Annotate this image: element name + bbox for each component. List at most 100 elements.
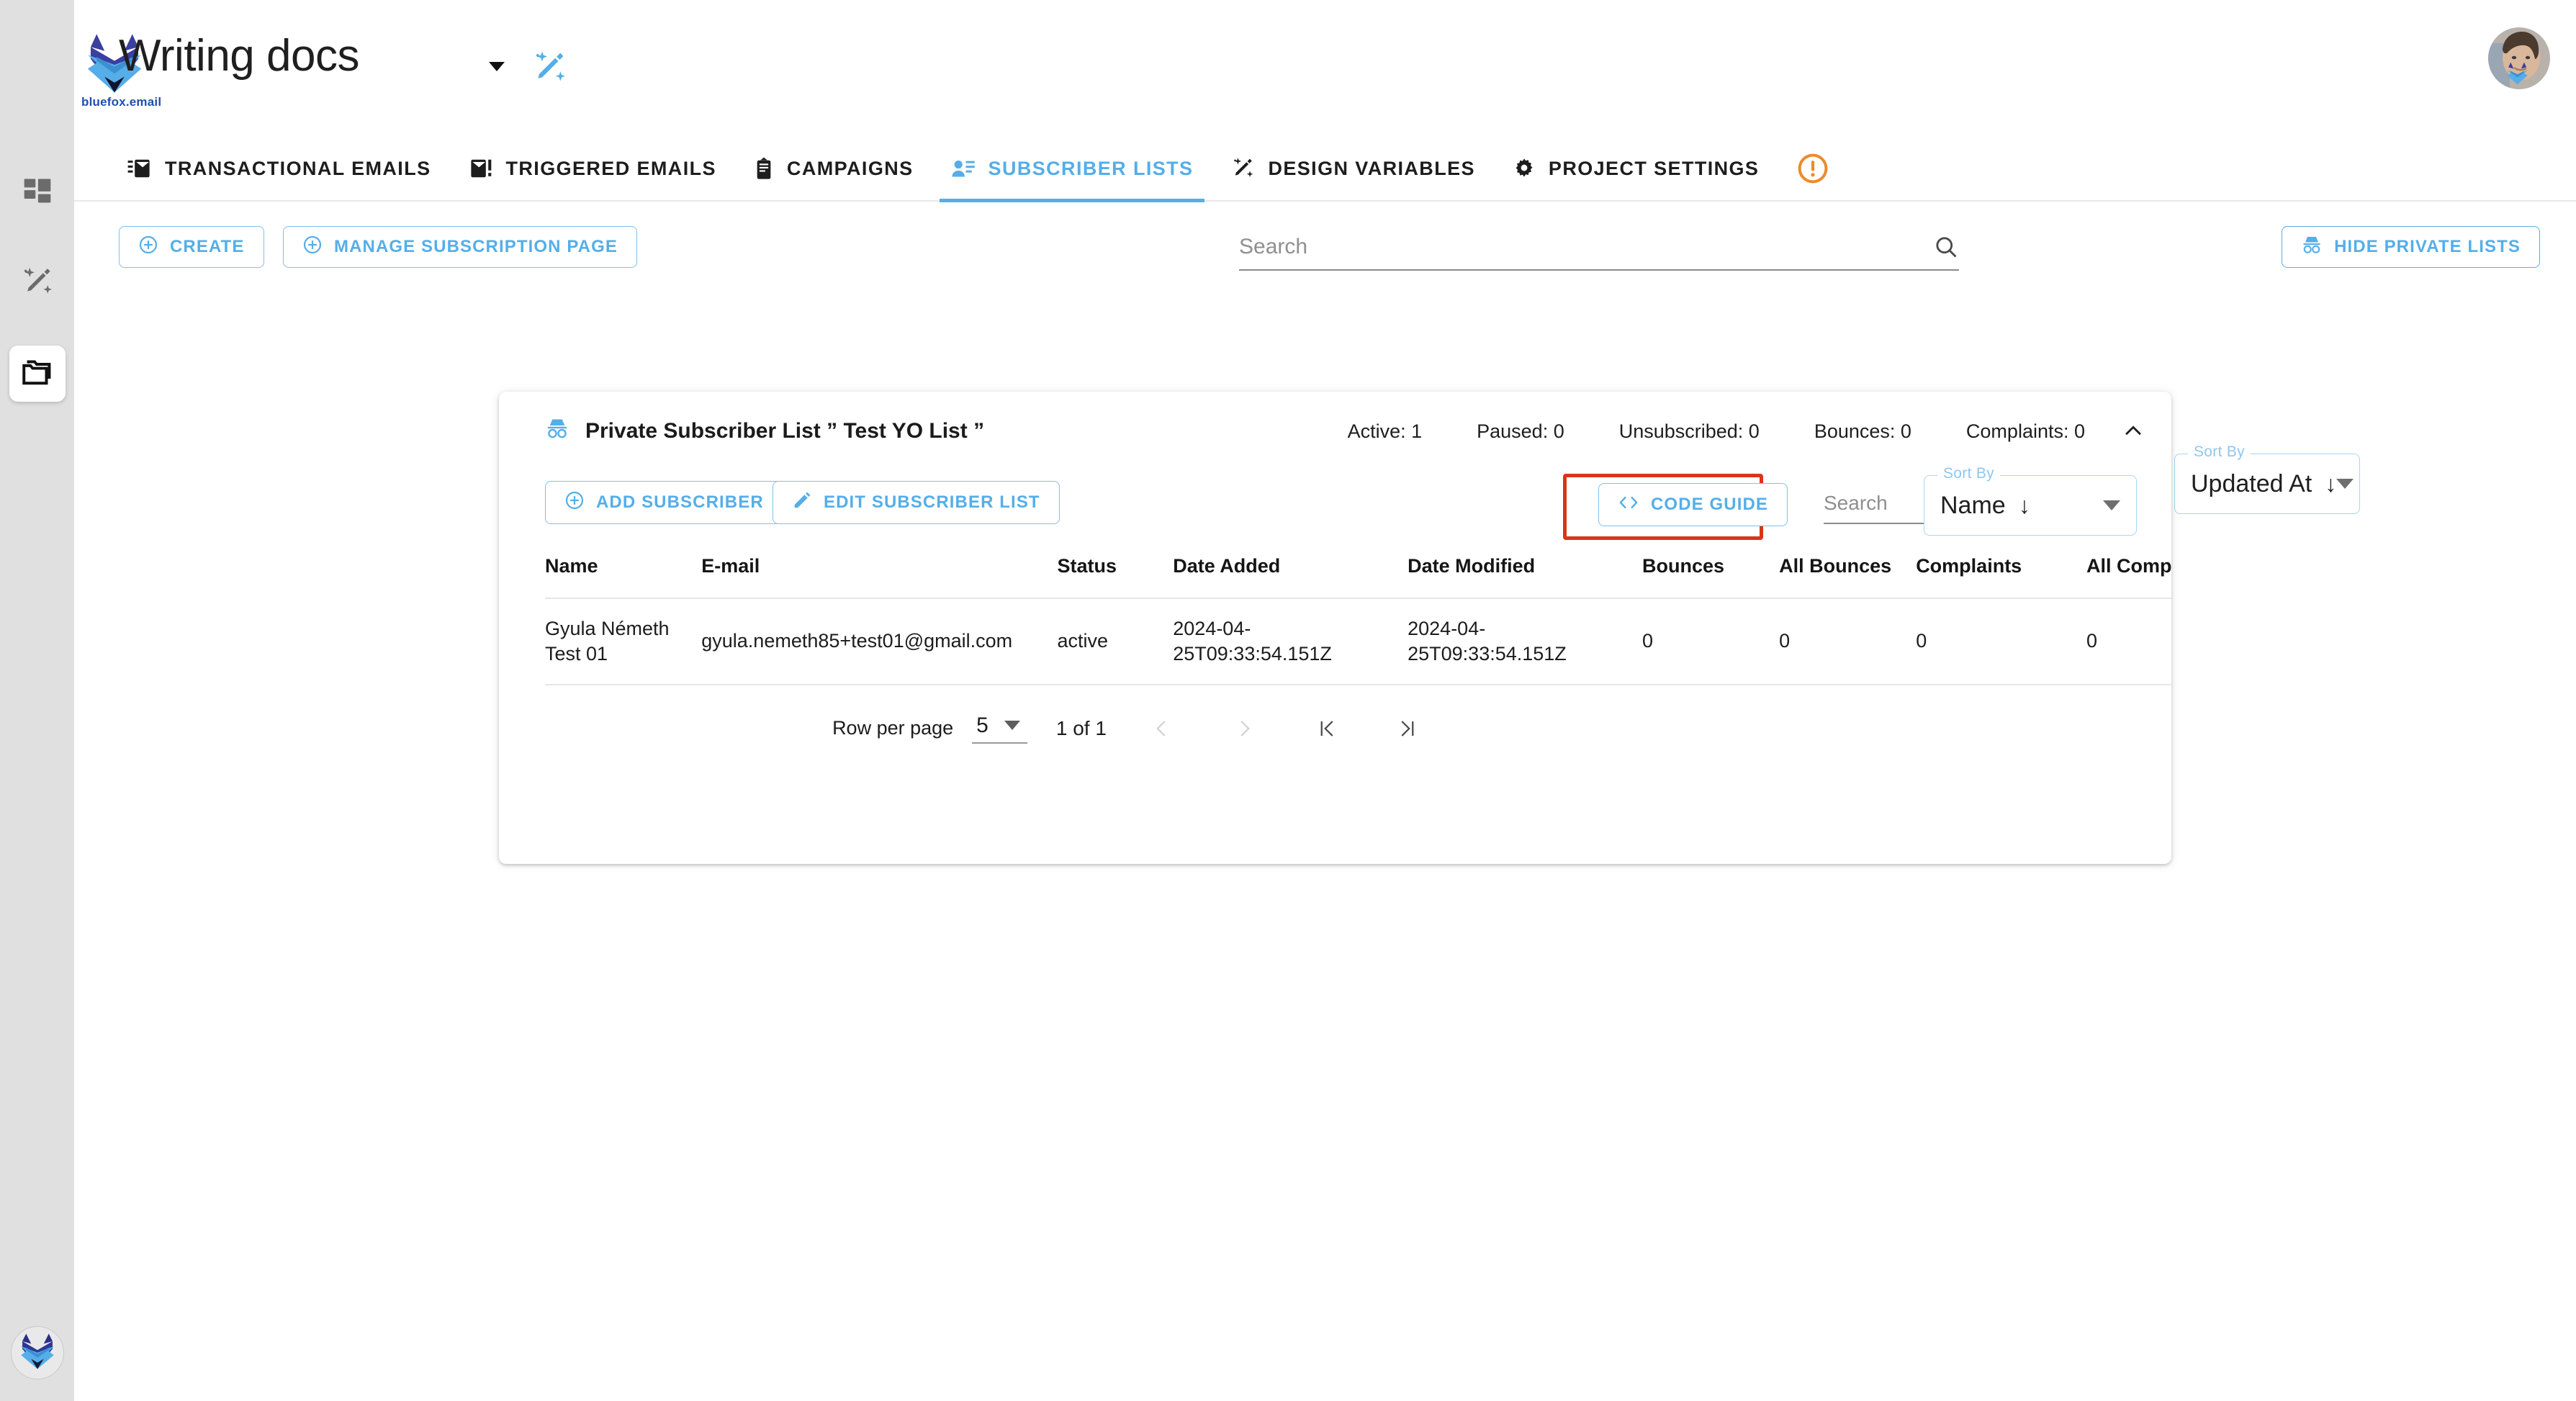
add-subscriber-button[interactable]: ADD SUBSCRIBER xyxy=(545,481,783,524)
first-page-icon[interactable] xyxy=(1300,702,1353,755)
code-guide-highlight: CODE GUIDE xyxy=(1563,474,1788,540)
card-title-text: Private Subscriber List ” Test YO List ” xyxy=(585,419,985,443)
tab-label: SUBSCRIBER LISTS xyxy=(988,157,1194,179)
stat-complaints: Complaints: 0 xyxy=(1965,420,2085,442)
create-button[interactable]: CREATE xyxy=(119,226,264,268)
brand-caption: bluefox.email xyxy=(81,95,162,109)
subscriber-list-card: Private Subscriber List ” Test YO List ”… xyxy=(499,392,2171,864)
column-header-date-added[interactable]: Date Added xyxy=(1173,549,1408,599)
chevron-up-icon[interactable] xyxy=(2121,419,2145,443)
column-header-bounces[interactable]: Bounces xyxy=(1642,549,1780,599)
page-info: 1 of 1 xyxy=(1055,716,1107,739)
magic-wand-icon[interactable] xyxy=(531,49,568,86)
tab-label: TRIGGERED EMAILS xyxy=(505,157,716,179)
rows-per-page-select[interactable]: 5 xyxy=(972,713,1027,744)
list-search[interactable] xyxy=(1239,225,1959,271)
cell-all-bounces: 0 xyxy=(1779,598,1917,685)
pagination: Row per page 5 1 of 1 xyxy=(499,685,2171,772)
code-guide-button[interactable]: CODE GUIDE xyxy=(1598,483,1788,526)
manage-subscription-page-label: MANAGE SUBSCRIPTION PAGE xyxy=(334,237,618,256)
sort-by-legend: Sort By xyxy=(1937,465,2000,482)
cell-bounces: 0 xyxy=(1642,598,1780,685)
stat-unsubscribed: Unsubscribed: 0 xyxy=(1618,420,1760,442)
last-page-icon[interactable] xyxy=(1382,702,1435,755)
table-row[interactable]: Gyula Németh Test 01 gyula.nemeth85+test… xyxy=(545,598,2171,685)
hide-private-lists-button[interactable]: HIDE PRIVATE LISTS xyxy=(2282,226,2540,268)
design-variables-icon xyxy=(1230,156,1255,181)
pencil-icon xyxy=(792,490,812,515)
tab-project-settings[interactable]: PROJECT SETTINGS xyxy=(1494,136,1778,201)
cell-complaints: 0 xyxy=(1916,598,2086,685)
cell-status: active xyxy=(1057,598,1174,685)
sort-direction-icon[interactable]: ↓ xyxy=(2019,494,2030,517)
cell-date-modified: 2024-04-25T09:33:54.151Z xyxy=(1408,598,1642,685)
search-icon[interactable] xyxy=(1933,234,1959,260)
avatar[interactable] xyxy=(2488,27,2550,89)
manage-subscription-page-button[interactable]: MANAGE SUBSCRIPTION PAGE xyxy=(283,226,637,268)
magic-wand-icon xyxy=(21,265,54,302)
rail-item-design[interactable] xyxy=(9,255,66,311)
chevron-down-icon[interactable] xyxy=(1004,721,1020,731)
tab-label: PROJECT SETTINGS xyxy=(1548,157,1760,179)
create-button-label: CREATE xyxy=(170,237,245,256)
card-actions: ADD SUBSCRIBER EDIT SUBSCRIBER LIST CODE… xyxy=(499,465,2171,549)
main-tabs: TRANSACTIONAL EMAILS TRIGGERED EMAILS CA… xyxy=(74,137,2576,202)
page-title: Writing docs xyxy=(119,31,359,81)
sort-by-value: Updated At xyxy=(2191,469,2312,497)
triggered-email-icon xyxy=(469,158,493,179)
cell-all-complaints: 0 xyxy=(2086,598,2171,685)
column-header-all-complaints[interactable]: All Complaints xyxy=(2086,549,2171,599)
plus-circle-icon xyxy=(302,235,323,260)
left-rail xyxy=(0,0,74,1401)
sort-direction-icon[interactable]: ↓ xyxy=(2325,472,2336,495)
chevron-right-icon[interactable] xyxy=(1217,702,1271,755)
column-header-complaints[interactable]: Complaints xyxy=(1916,549,2086,599)
cell-name: Gyula Németh Test 01 xyxy=(545,598,702,685)
subscriber-sort-by-select[interactable]: Sort By Name ↓ xyxy=(1924,465,2137,536)
sort-by-legend: Sort By xyxy=(2188,443,2251,461)
subscribers-table: Name E-mail Status Date Added Date Modif… xyxy=(545,549,2171,685)
rail-logo[interactable] xyxy=(10,1326,64,1379)
column-header-date-modified[interactable]: Date Modified xyxy=(1408,549,1642,599)
tab-campaigns[interactable]: CAMPAIGNS xyxy=(735,136,932,201)
tab-label: TRANSACTIONAL EMAILS xyxy=(165,157,431,179)
list-toolbar: CREATE MANAGE SUBSCRIPTION PAGE Sort By … xyxy=(74,203,2576,514)
sort-by-value: Name xyxy=(1940,491,2006,519)
rail-items xyxy=(9,164,66,402)
edit-subscriber-list-button[interactable]: EDIT SUBSCRIBER LIST xyxy=(773,481,1060,524)
stat-paused: Paused: 0 xyxy=(1477,420,1564,442)
rail-item-projects[interactable] xyxy=(9,346,66,402)
warning-exclamation-icon[interactable] xyxy=(1796,152,1829,185)
chevron-down-icon[interactable] xyxy=(2103,500,2120,510)
column-header-email[interactable]: E-mail xyxy=(701,549,1058,599)
sort-by-select[interactable]: Sort By Updated At ↓ xyxy=(2174,443,2360,514)
tab-triggered-emails[interactable]: TRIGGERED EMAILS xyxy=(450,136,735,201)
code-brackets-icon xyxy=(1618,494,1639,516)
column-header-name[interactable]: Name xyxy=(545,549,702,599)
search-input[interactable] xyxy=(1239,235,1933,259)
add-subscriber-label: ADD SUBSCRIBER xyxy=(596,492,764,512)
incognito-private-icon xyxy=(2301,235,2323,259)
campaign-icon xyxy=(754,157,774,180)
column-header-all-bounces[interactable]: All Bounces xyxy=(1779,549,1917,599)
rail-item-dashboard[interactable] xyxy=(9,164,66,220)
table-header-row: Name E-mail Status Date Added Date Modif… xyxy=(545,549,2171,599)
chevron-down-icon[interactable] xyxy=(489,62,505,71)
cell-date-added: 2024-04-25T09:33:54.151Z xyxy=(1173,598,1408,685)
plus-circle-icon xyxy=(138,235,158,260)
bluefox-logo-icon xyxy=(17,1331,58,1375)
tab-subscriber-lists[interactable]: SUBSCRIBER LISTS xyxy=(932,136,1212,202)
app-header: bluefox.email Writing docs xyxy=(74,0,2576,137)
chevron-left-icon[interactable] xyxy=(1135,702,1189,755)
folders-icon xyxy=(19,354,55,394)
rows-per-page-value: 5 xyxy=(976,713,988,737)
rows-per-page-label: Row per page xyxy=(832,717,954,739)
column-header-status[interactable]: Status xyxy=(1057,549,1174,599)
edit-subscriber-list-label: EDIT SUBSCRIBER LIST xyxy=(824,492,1040,512)
tab-label: CAMPAIGNS xyxy=(786,157,914,179)
tab-design-variables[interactable]: DESIGN VARIABLES xyxy=(1212,136,1493,201)
code-guide-label: CODE GUIDE xyxy=(1651,495,1769,514)
tab-transactional-emails[interactable]: TRANSACTIONAL EMAILS xyxy=(109,136,450,201)
stat-bounces: Bounces: 0 xyxy=(1814,420,1911,442)
chevron-down-icon[interactable] xyxy=(2336,479,2354,489)
